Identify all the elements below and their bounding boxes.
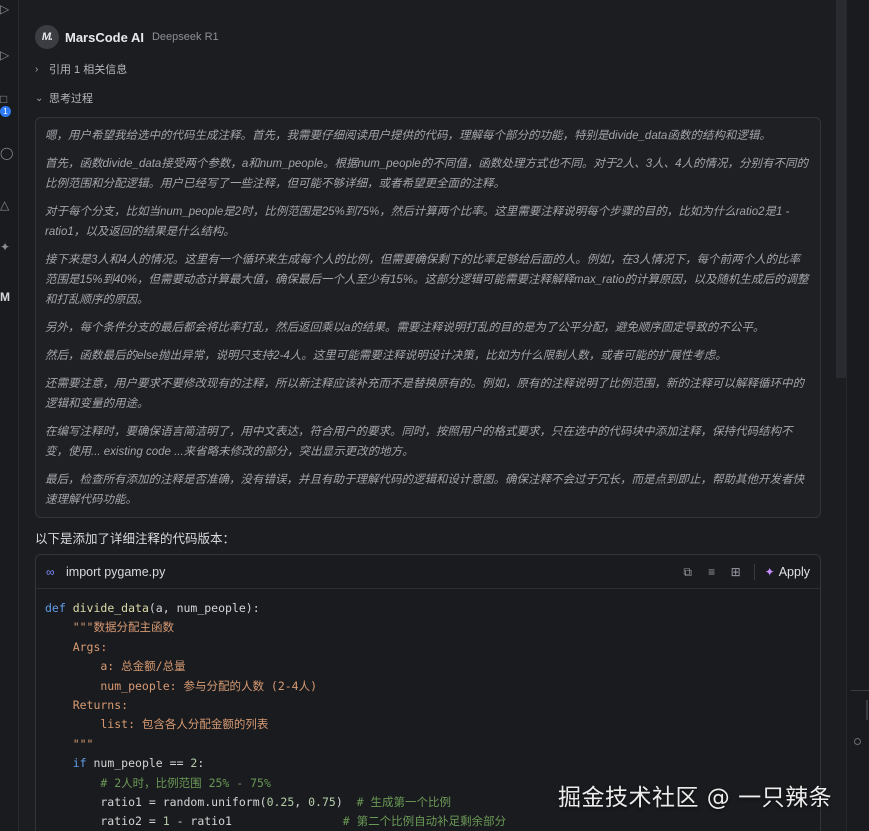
thinking-paragraph: 然后，函数最后的else抛出异常，说明只支持2-4人。这里可能需要注释说明设计决…	[45, 350, 727, 362]
code-toolbar: ⧉ ≡ ⊞ ✦ Apply	[672, 555, 810, 589]
link-icon: ∞	[46, 564, 55, 579]
code-line: ratio2 = 1 - ratio1 # 第二个比例自动补足剩余部分	[45, 814, 507, 829]
thinking-toggle[interactable]: ⌄ 思考过程	[35, 89, 93, 107]
sparkle-icon[interactable]: ✦	[0, 240, 12, 254]
warning-icon[interactable]: △	[0, 198, 12, 212]
thinking-paragraph: 最后，检查所有添加的注释是否准确，没有错误，并且有助于理解代码的逻辑和设计意图。…	[45, 474, 804, 506]
test-icon[interactable]: ◯	[0, 146, 13, 160]
code-file-name[interactable]: import pygame.py	[66, 565, 165, 579]
marscode-logo-icon: M.	[35, 25, 59, 49]
code-line: """	[45, 736, 94, 751]
editor-gutter-mark	[866, 700, 868, 720]
activity-bar: ▷ ▷ □ 1 ◯ △ ✦ M	[0, 0, 19, 831]
circle-icon[interactable]	[854, 738, 861, 745]
marscode-icon[interactable]: M	[0, 290, 12, 304]
code-line: a: 总金额/总量	[45, 659, 186, 674]
thinking-content: 嗯，用户希望我给选中的代码生成注释。首先，我需要仔细阅读用户提供的代码，理解每个…	[35, 117, 821, 518]
code-line: num_people: 参与分配的人数 (2-4人)	[45, 678, 318, 693]
sparkle-icon: ✦	[764, 565, 775, 579]
chevron-right-icon: ›	[35, 63, 39, 75]
thinking-paragraph: 对于每个分支，比如当num_people是2时，比例范围是25%到75%，然后计…	[45, 206, 790, 238]
thinking-paragraph: 还需要注意，用户要求不要修改现有的注释，所以新注释应该补充而不是替换原有的。例如…	[45, 378, 804, 410]
code-line: ratio1 = random.uniform(0.25, 0.75) # 生成…	[45, 795, 451, 810]
code-line: Returns:	[45, 698, 129, 713]
extensions-icon[interactable]: □	[0, 92, 12, 106]
apply-label: Apply	[778, 565, 810, 579]
message-header: M. MarsCode AI Deepseek R1	[35, 24, 219, 50]
chat-panel: M. MarsCode AI Deepseek R1 › 引用 1 相关信息 ⌄…	[19, 0, 836, 831]
notification-badge: 1	[0, 106, 11, 117]
thinking-paragraph: 首先，函数divide_data接受两个参数，a和num_people。根据nu…	[45, 158, 809, 190]
thinking-paragraph: 在编写注释时，要确保语言简洁明了，用中文表达，符合用户的要求。同时，按照用户的格…	[45, 426, 793, 458]
assistant-name: MarsCode AI	[65, 29, 144, 45]
copy-icon[interactable]: ⧉	[680, 564, 696, 580]
insert-file-icon[interactable]: ⊞	[728, 564, 744, 580]
references-label: 引用 1 相关信息	[49, 64, 128, 76]
play-icon[interactable]: ▷	[0, 48, 12, 62]
code-line: # 2人时，比例范围 25% - 75%	[100, 775, 271, 790]
run-icon[interactable]: ▷	[0, 2, 12, 16]
divider-line	[851, 690, 869, 691]
thinking-label: 思考过程	[49, 93, 93, 105]
references-toggle[interactable]: › 引用 1 相关信息	[35, 60, 127, 78]
code-line: Args:	[45, 639, 108, 654]
thinking-paragraph: 嗯，用户希望我给选中的代码生成注释。首先，我需要仔细阅读用户提供的代码，理解每个…	[45, 130, 771, 142]
code-line: if num_people == 2:	[72, 756, 205, 771]
thinking-paragraph: 另外，每个条件分支的最后都会将比率打乱，然后返回乘以a的结果。需要注释说明打乱的…	[45, 322, 765, 334]
diff-icon[interactable]: ≡	[704, 564, 720, 580]
chevron-down-icon: ⌄	[35, 92, 44, 104]
watermark: 掘金技术社区 @ 一只辣条	[558, 785, 833, 811]
thinking-paragraph: 接下来是3人和4人的情况。这里有一个循环来生成每个人的比例，但需要确保剩下的比率…	[45, 254, 809, 306]
apply-button[interactable]: ✦ Apply	[765, 565, 810, 579]
response-intro: 以下是添加了详细注释的代码版本：	[35, 532, 236, 546]
model-name: Deepseek R1	[151, 31, 219, 43]
code-line: list: 包含各人分配金额的列表	[45, 717, 269, 732]
code-line: def divide_data(a, num_people):	[45, 601, 260, 615]
toolbar-divider	[753, 564, 755, 580]
code-block-header: ∞ import pygame.py ⧉ ≡ ⊞ ✦ Apply	[36, 555, 820, 589]
editor-edge	[846, 0, 869, 831]
code-line: """数据分配主函数	[72, 620, 174, 635]
scrollbar[interactable]	[836, 0, 846, 378]
